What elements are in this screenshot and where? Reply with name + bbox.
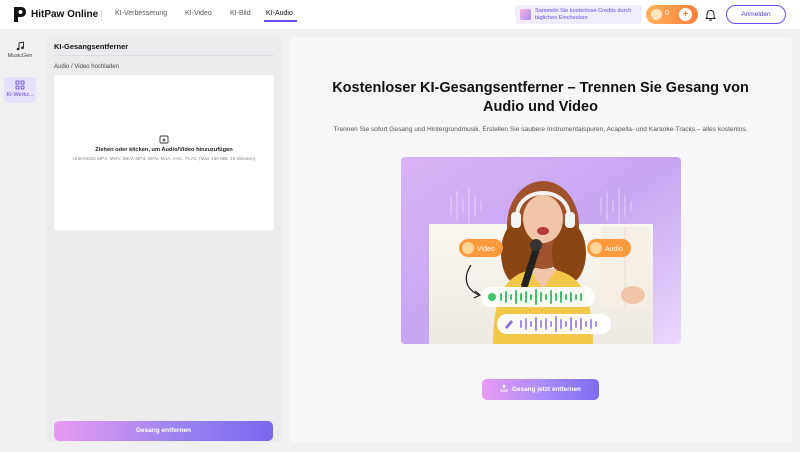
nav-item-ki-audio[interactable]: KI-Audio [266, 10, 293, 17]
upload-dropzone[interactable]: Ziehen oder klicken, um Audio/Video hinz… [54, 75, 274, 230]
daily-checkin-promo[interactable]: Sammeln Sie kostenlose Credits durch täg… [515, 5, 642, 24]
credits-pill[interactable]: 0 + [646, 5, 698, 24]
coin-icon [651, 9, 662, 20]
audio-badge-label: Audio [605, 246, 623, 253]
nav-item-ki-verbesserung[interactable]: KI-Verbesserung [115, 10, 167, 17]
gift-calendar-icon [520, 9, 531, 20]
supported-formats-text: Unterstützt MP4, MOV, MKV, MP3, WAV, M4A… [72, 157, 256, 162]
active-nav-indicator [264, 20, 297, 22]
upload-section-label: Audio / Video hochladen [54, 64, 119, 70]
cta-label: Gesang jetzt entfernen [512, 386, 581, 393]
tools-grid-icon [15, 80, 25, 90]
tool-panel: KI-Gesangsentferner Audio / Video hochla… [47, 37, 281, 442]
video-badge-label: Video [477, 246, 495, 253]
nav-divider [101, 10, 102, 21]
divider [54, 55, 274, 56]
rail-item-musicgen[interactable]: MusicGen [4, 38, 36, 64]
rail-item-ki-werkzeuge[interactable]: KI-Werkz... [4, 77, 36, 103]
rail-item-label: KI-Werkz... [6, 92, 34, 98]
credits-count: 0 [665, 10, 669, 17]
dropzone-instruction: Ziehen oder klicken, um Audio/Video hinz… [95, 147, 233, 153]
nav-item-ki-video[interactable]: KI-Video [185, 10, 212, 17]
add-credits-button[interactable]: + [679, 8, 692, 21]
remove-vocals-cta-button[interactable]: Gesang jetzt entfernen [482, 379, 599, 400]
top-navigation-bar: HitPaw Online KI-Verbesserung KI-Video K… [0, 0, 800, 30]
login-button[interactable]: Anmelden [726, 5, 786, 24]
singer-illustration: Video Audio [401, 157, 681, 344]
rail-item-label: MusicGen [7, 53, 33, 59]
remove-vocals-button[interactable]: Gesang entfernen [54, 421, 273, 441]
illustration-graphic: Video Audio [401, 157, 681, 344]
hero-title: Kostenloser KI-Gesangsentferner – Trenne… [332, 80, 749, 115]
hero-description: Trennen Sie sofort Gesang und Hintergrun… [333, 126, 748, 133]
upload-file-icon [159, 135, 169, 144]
notification-bell-icon[interactable] [702, 7, 719, 24]
brand-name[interactable]: HitPaw Online [31, 9, 98, 20]
upload-icon [500, 384, 508, 392]
hitpaw-logo-icon[interactable] [13, 6, 27, 23]
promo-text: Sammeln Sie kostenlose Credits durch täg… [535, 8, 632, 21]
hero-panel: Kostenloser KI-Gesangsentferner – Trenne… [289, 37, 792, 442]
music-note-icon [16, 41, 24, 51]
tool-panel-title: KI-Gesangsentferner [54, 42, 129, 51]
nav-item-ki-bild[interactable]: KI-Bild [230, 10, 251, 17]
